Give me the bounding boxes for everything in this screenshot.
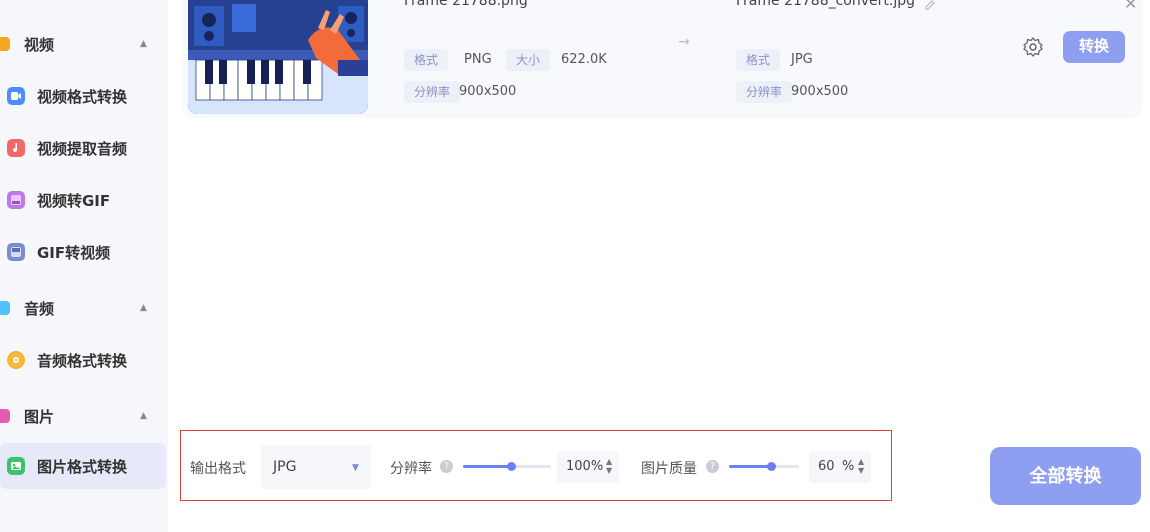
sidebar-item-image-convert[interactable]: 图片格式转换 (0, 443, 166, 489)
main-panel: Frame 21788.png Frame 21788_convert.jpg … (168, 0, 1150, 532)
sidebar-item-video-to-gif[interactable]: 视频转GIF (0, 177, 166, 223)
category-label: 图片 (24, 407, 55, 426)
resolution-tag: 分辨率 (404, 81, 461, 103)
target-format: JPG (791, 52, 813, 67)
chevron-up-icon[interactable]: ▲ (140, 411, 147, 421)
chevron-down-icon: ▼ (352, 463, 359, 473)
resolution-slider-handle[interactable] (507, 462, 517, 471)
source-file-name: Frame 21788.png (404, 0, 528, 9)
sidebar-item-audio-convert[interactable]: 音频格式转换 (0, 337, 166, 383)
convert-all-button[interactable]: 全部转换 (990, 447, 1141, 505)
file-card: Frame 21788.png Frame 21788_convert.jpg … (182, 0, 1142, 118)
image-convert-icon (7, 457, 25, 475)
quality-slider-handle[interactable] (767, 462, 776, 471)
file-thumbnail (188, 0, 368, 114)
output-format-label: 输出格式 (190, 461, 246, 477)
audio-convert-icon (7, 351, 25, 369)
category-image[interactable]: 图片 ▲ (0, 401, 168, 431)
sidebar-item-gif-to-video[interactable]: GIF转视频 (0, 229, 166, 275)
sidebar-item-extract-audio[interactable]: 视频提取音频 (0, 125, 166, 171)
category-video[interactable]: 视频 ▲ (0, 29, 168, 59)
sidebar-item-video-convert[interactable]: 视频格式转换 (0, 73, 166, 119)
audio-icon (0, 301, 10, 315)
sidebar: 视频 ▲ 视频格式转换 视频提取音频 视频转GIF GIF转视频 音频 ▲ 音频… (0, 0, 168, 532)
size-tag: 大小 (506, 49, 551, 71)
gif-icon (7, 191, 25, 209)
quality-unit: % (842, 459, 855, 474)
edit-icon[interactable] (924, 0, 936, 10)
resolution-tag: 分辨率 (736, 81, 793, 103)
sidebar-item-label: 图片格式转换 (37, 457, 128, 476)
sidebar-item-label: 视频转GIF (37, 191, 111, 210)
target-resolution: 900x500 (791, 84, 849, 99)
sidebar-item-label: GIF转视频 (37, 243, 111, 262)
sidebar-item-label: 视频提取音频 (37, 139, 128, 158)
extract-audio-icon (7, 139, 25, 157)
category-label: 音频 (24, 299, 55, 318)
resolution-slider-fill (463, 465, 512, 468)
sidebar-item-label: 音频格式转换 (37, 351, 128, 370)
source-size: 622.0K (561, 52, 607, 67)
quality-slider-fill (729, 465, 771, 468)
category-label: 视频 (24, 35, 55, 54)
resolution-label: 分辨率 (390, 461, 432, 477)
close-icon[interactable]: ✕ (1124, 0, 1137, 13)
target-file-name: Frame 21788_convert.jpg (736, 0, 915, 9)
output-format-value: JPG (273, 459, 297, 475)
format-tag: 格式 (404, 49, 449, 71)
gif-video-icon (7, 243, 25, 261)
spinner-icon[interactable]: ▲ ▼ (858, 457, 864, 475)
video-icon (0, 37, 10, 51)
gear-icon[interactable] (1022, 36, 1044, 58)
resolution-input[interactable]: 100% ▲ ▼ (557, 451, 619, 483)
quality-input[interactable]: 60 % ▲ ▼ (809, 451, 871, 483)
source-format: PNG (464, 52, 492, 67)
source-resolution: 900x500 (459, 84, 517, 99)
format-tag: 格式 (736, 49, 781, 71)
convert-button[interactable]: 转换 (1063, 31, 1125, 63)
quality-slider[interactable] (729, 462, 799, 471)
resolution-value: 100% (566, 459, 604, 474)
video-convert-icon (7, 87, 25, 105)
sidebar-item-label: 视频格式转换 (37, 87, 128, 106)
quality-value: 60 (818, 459, 835, 474)
quality-label: 图片质量 (641, 461, 697, 477)
resolution-slider[interactable] (463, 462, 551, 471)
output-format-select[interactable]: JPG ▼ (261, 445, 371, 489)
arrow-right-icon: → (678, 34, 690, 50)
output-settings-bar: 输出格式 JPG ▼ 分辨率 ? 100% ▲ ▼ 图片质量 ? 60 % ▲ ▼ (180, 430, 892, 501)
image-icon (0, 409, 10, 423)
category-audio[interactable]: 音频 ▲ (0, 293, 168, 323)
spinner-icon[interactable]: ▲ ▼ (606, 457, 612, 475)
help-icon[interactable]: ? (440, 460, 453, 473)
chevron-up-icon[interactable]: ▲ (140, 39, 147, 49)
chevron-up-icon[interactable]: ▲ (140, 303, 147, 313)
help-icon[interactable]: ? (706, 460, 719, 473)
